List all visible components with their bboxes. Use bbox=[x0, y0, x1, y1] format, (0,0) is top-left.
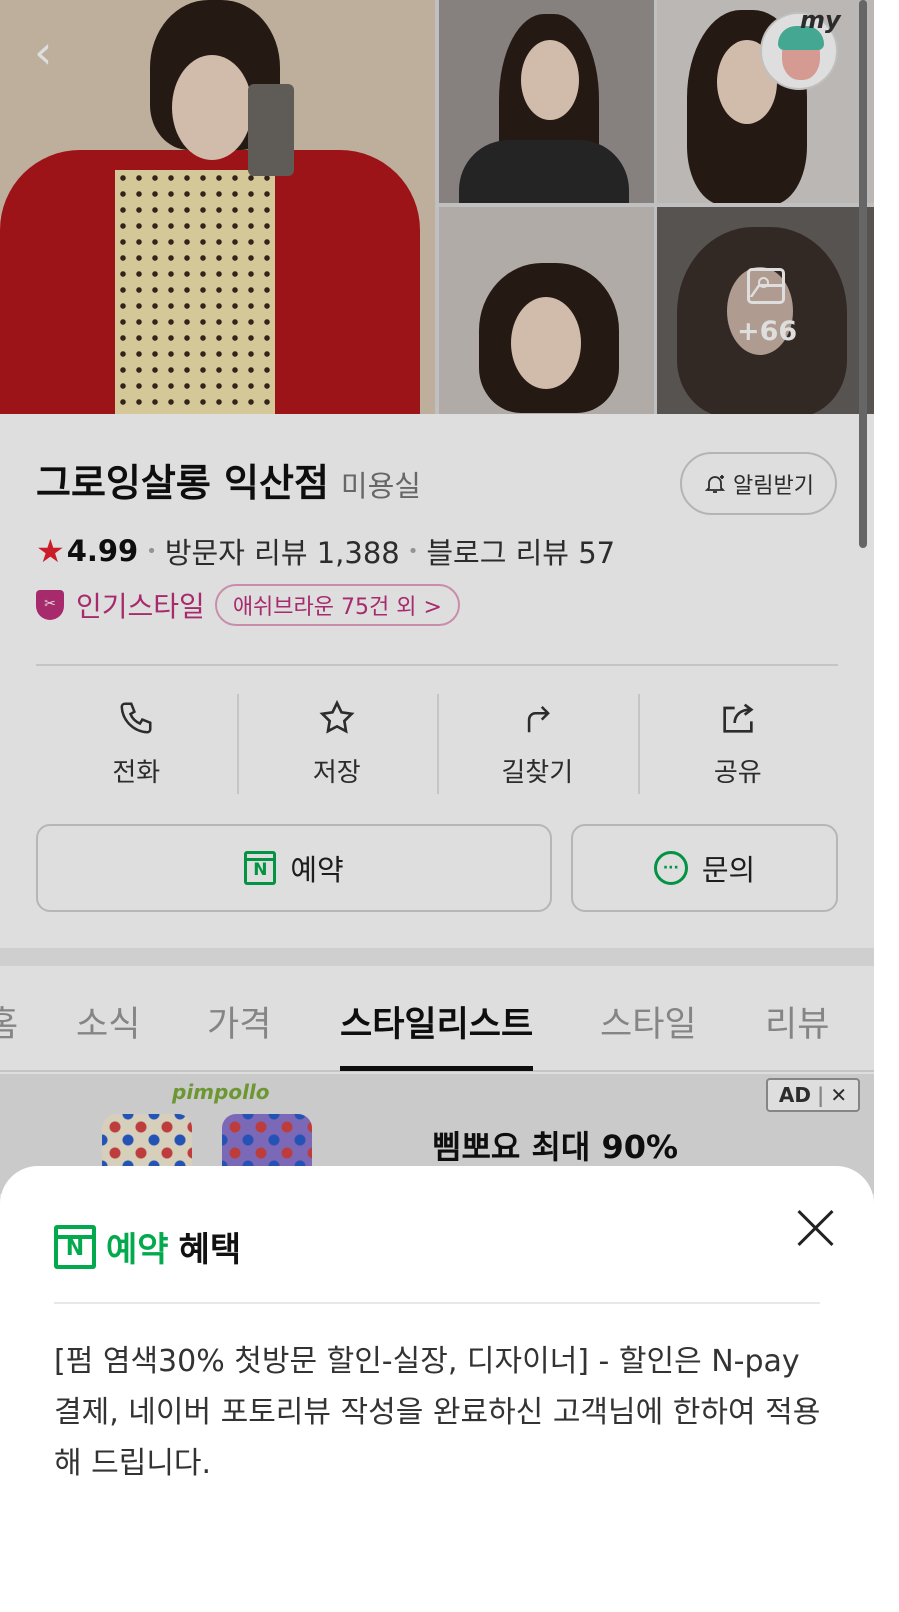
sheet-divider bbox=[54, 1302, 820, 1304]
sheet-title-black: 혜택 bbox=[178, 1230, 242, 1270]
scrollbar[interactable] bbox=[859, 0, 867, 548]
place-detail-page: +66 ‹ my 그로잉살롱 익산점 미용실 알림받기 ★ 4.99 • 방문자… bbox=[0, 0, 874, 1612]
close-icon[interactable] bbox=[794, 1206, 838, 1250]
sheet-title: N 예약 혜택 bbox=[54, 1222, 241, 1271]
sheet-title-green: 예약 bbox=[106, 1230, 169, 1270]
benefit-description: [펌 염색30% 첫방문 할인-실장, 디자이너] - 할인은 N-pay 결제… bbox=[54, 1344, 821, 1481]
benefit-bottom-sheet: N 예약 혜택 [펌 염색30% 첫방문 할인-실장, 디자이너] - 할인은 … bbox=[0, 1166, 874, 1612]
naver-booking-icon: N bbox=[54, 1224, 96, 1269]
